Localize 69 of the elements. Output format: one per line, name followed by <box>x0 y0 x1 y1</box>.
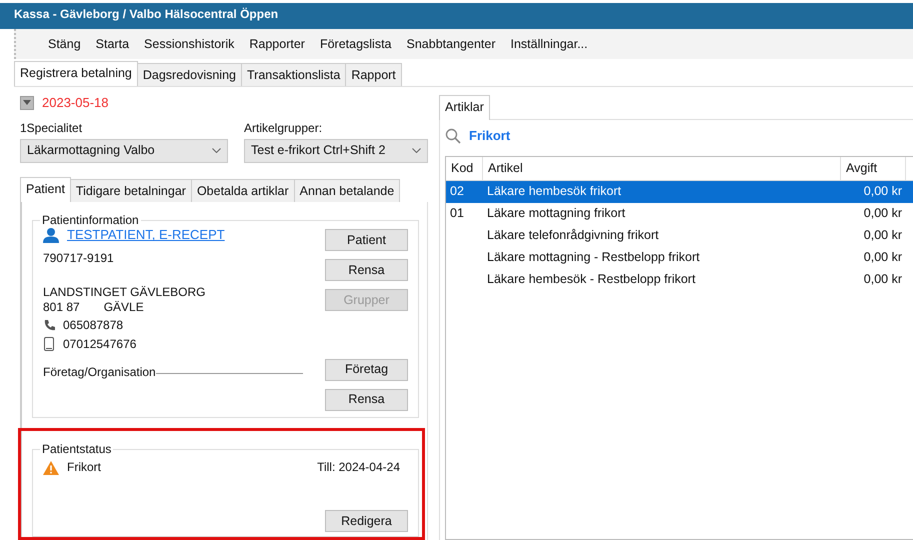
section-label: Företag/Organisation <box>43 364 156 380</box>
table-cell: Läkare mottagning - Restbelopp frikort <box>487 250 700 264</box>
tab[interactable]: Transaktionslista <box>240 63 346 86</box>
tab[interactable]: Tidigare betalningar <box>70 178 192 202</box>
button[interactable]: Företag <box>325 358 408 381</box>
dropdown-button[interactable] <box>20 96 34 110</box>
warning-icon <box>43 460 59 474</box>
table-cell: 02 <box>450 184 464 198</box>
city-text: GÄVLE <box>104 300 144 314</box>
search-text[interactable]: Frikort <box>469 128 510 144</box>
patient-name-link[interactable]: TESTPATIENT, E-RECEPT <box>67 227 225 243</box>
button[interactable]: Patient <box>325 229 408 252</box>
column-header[interactable]: Avgift <box>841 157 906 180</box>
address-text: LANDSTINGET GÄVLEBORG <box>43 285 206 300</box>
table-cell: 0,00 kr <box>864 184 902 198</box>
column-header[interactable]: Artikel <box>483 157 841 180</box>
menu-item[interactable]: Företagslista <box>320 35 392 59</box>
field-label: Artikelgrupper: <box>244 120 324 135</box>
table-cell: 0,00 kr <box>864 206 902 220</box>
tab[interactable]: Registrera betalning <box>14 61 138 86</box>
table-cell: 01 <box>450 206 464 220</box>
group-title: Patientstatus <box>40 442 114 456</box>
chevron-icon <box>412 148 421 154</box>
table-cell: Läkare mottagning frikort <box>487 206 626 220</box>
table-cell: Läkare hembesök - Restbelopp frikort <box>487 272 696 286</box>
tab[interactable]: Artiklar <box>439 95 490 120</box>
button[interactable]: Redigera <box>325 510 408 532</box>
table-row[interactable]: Läkare mottagning - Restbelopp frikort 0,00 kr <box>446 247 913 269</box>
search-icon <box>445 128 461 144</box>
menu-item[interactable]: Inställningar... <box>510 35 588 59</box>
button[interactable]: Rensa <box>325 388 408 411</box>
select-field[interactable]: Läkarmottagning Valbo <box>20 138 228 163</box>
table-cell: 0,00 kr <box>864 228 902 242</box>
until-date: Till: 2024-04-24 <box>317 460 400 475</box>
table-cell: 0,00 kr <box>864 250 902 264</box>
table-row[interactable]: 01 Läkare mottagning frikort 0,00 kr <box>446 203 913 225</box>
date-text: 2023-05-18 <box>42 95 108 111</box>
button[interactable]: Rensa <box>325 259 408 282</box>
menu-item[interactable]: Rapporter <box>249 35 305 59</box>
menu-item[interactable]: Snabbtangenter <box>406 35 496 59</box>
menu-item[interactable]: Sessionshistorik <box>144 35 234 59</box>
tab[interactable]: Rapport <box>345 63 402 86</box>
table-cell: Läkare telefonrådgivning frikort <box>487 228 659 242</box>
chevron-icon <box>212 148 221 154</box>
table-cell: 0,00 kr <box>864 272 902 286</box>
tab[interactable]: Dagsredovisning <box>136 63 242 86</box>
field-label: 1Specialitet <box>20 120 84 135</box>
table-cell: Läkare hembesök frikort <box>487 184 622 198</box>
postal-code: 801 87 <box>43 300 80 314</box>
group-title: Patientinformation <box>40 212 141 228</box>
tab[interactable]: Patient <box>20 176 71 202</box>
tab[interactable]: Annan betalande <box>294 178 400 202</box>
table-row[interactable]: Läkare telefonrådgivning frikort 0,00 kr <box>446 225 913 247</box>
status-label: Frikort <box>67 460 101 475</box>
table-row[interactable]: Läkare hembesök - Restbelopp frikort 0,00 kr <box>446 269 913 291</box>
table-row[interactable]: 02 Läkare hembesök frikort 0,00 kr <box>446 181 913 203</box>
caret-icon <box>23 100 31 106</box>
tab[interactable]: Obetalda artiklar <box>190 178 295 202</box>
mobile-icon <box>43 336 55 351</box>
mobile-number: 07012547676 <box>63 336 136 351</box>
select-field[interactable]: Test e-frikort Ctrl+Shift 2 <box>244 138 428 163</box>
window-title: Kassa - Gävleborg / Valbo Hälsocentral Öppen <box>0 3 913 29</box>
patient-id: 790717-9191 <box>43 250 115 266</box>
person-icon <box>43 228 59 243</box>
column-header[interactable]: Kod <box>446 157 483 180</box>
phone-icon <box>43 319 55 332</box>
menu-item[interactable]: Starta <box>96 35 130 59</box>
phone-number: 065087878 <box>63 318 124 333</box>
menu-item[interactable]: Stäng <box>48 35 81 59</box>
